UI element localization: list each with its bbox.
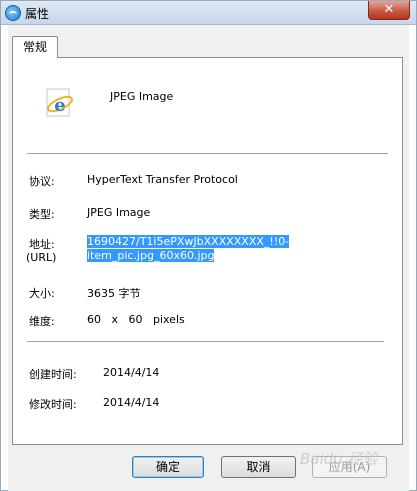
modified-value: 2014/4/14 — [103, 396, 160, 409]
modified-label: 修改时间: — [29, 398, 77, 411]
created-value: 2014/4/14 — [103, 366, 160, 379]
address-label: 地址: — [29, 238, 55, 251]
watermark: Baidu 经验 — [300, 450, 378, 468]
dimensions-value: 60 x 60 pixels — [87, 313, 185, 326]
close-button[interactable]: ✕ — [368, 1, 410, 20]
address-value-line2: item_pic.jpg_60x60.jpg — [87, 249, 215, 262]
title-bar[interactable]: 属性 ✕ — [1, 1, 416, 25]
separator — [27, 341, 384, 342]
address-value[interactable]: 1690427/T1i5ePXwJbXXXXXXXX_!!0- item_pic… — [87, 235, 290, 263]
size-value: 3635 字节 — [87, 287, 141, 300]
separator — [27, 153, 388, 154]
created-label: 创建时间: — [29, 368, 77, 381]
tab-general[interactable]: 常规 — [12, 36, 58, 58]
type-label: 类型: — [29, 208, 55, 221]
file-type-title: JPEG Image — [110, 90, 174, 103]
browser-icon — [5, 5, 21, 21]
type-value: JPEG Image — [87, 206, 151, 219]
size-label: 大小: — [29, 287, 55, 300]
address-url-label: (URL) — [26, 251, 57, 264]
address-value-line1: 1690427/T1i5ePXwJbXXXXXXXX_!!0- — [87, 235, 290, 248]
ok-button[interactable]: 确定 — [132, 456, 204, 478]
window-title: 属性 — [25, 7, 50, 21]
svg-text:e: e — [54, 95, 65, 116]
dimensions-label: 维度: — [29, 315, 55, 328]
internet-explorer-icon: e — [46, 88, 73, 117]
cancel-button[interactable]: 取消 — [221, 456, 296, 478]
protocol-label: 协议: — [29, 175, 55, 188]
protocol-value: HyperText Transfer Protocol — [87, 173, 238, 186]
